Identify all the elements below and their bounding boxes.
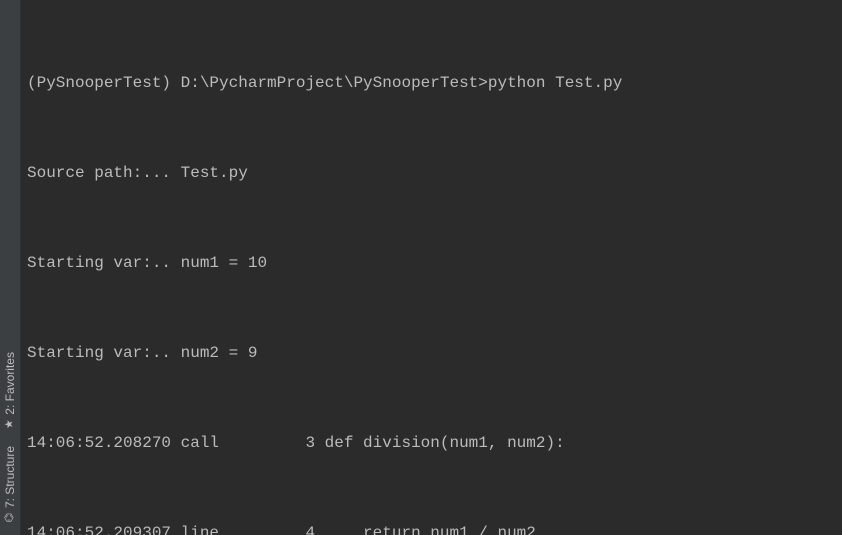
structure-icon: ⌬ [4,513,15,523]
tool-sidebar: ★ 2: Favorites ⌬ 7: Structure [0,0,21,535]
terminal-panel[interactable]: (PySnooperTest) D:\PycharmProject\PySnoo… [21,0,842,535]
sidebar-tool-label: 7: Structure [3,446,17,508]
ide-window: ★ 2: Favorites ⌬ 7: Structure (PySnooper… [0,0,842,535]
sidebar-tool-label: 2: Favorites [3,352,17,415]
terminal-line: 14:06:52.208270 call 3 def division(num1… [27,428,836,458]
star-icon: ★ [5,420,16,430]
sidebar-tool-structure[interactable]: ⌬ 7: Structure [3,438,17,531]
terminal-line: 14:06:52.209307 line 4 return num1 / num… [27,518,836,535]
sidebar-tool-favorites[interactable]: ★ 2: Favorites [3,344,17,438]
terminal-line: Starting var:.. num2 = 9 [27,338,836,368]
terminal-line: Starting var:.. num1 = 10 [27,248,836,278]
terminal-line: (PySnooperTest) D:\PycharmProject\PySnoo… [27,68,836,98]
terminal-line: Source path:... Test.py [27,158,836,188]
